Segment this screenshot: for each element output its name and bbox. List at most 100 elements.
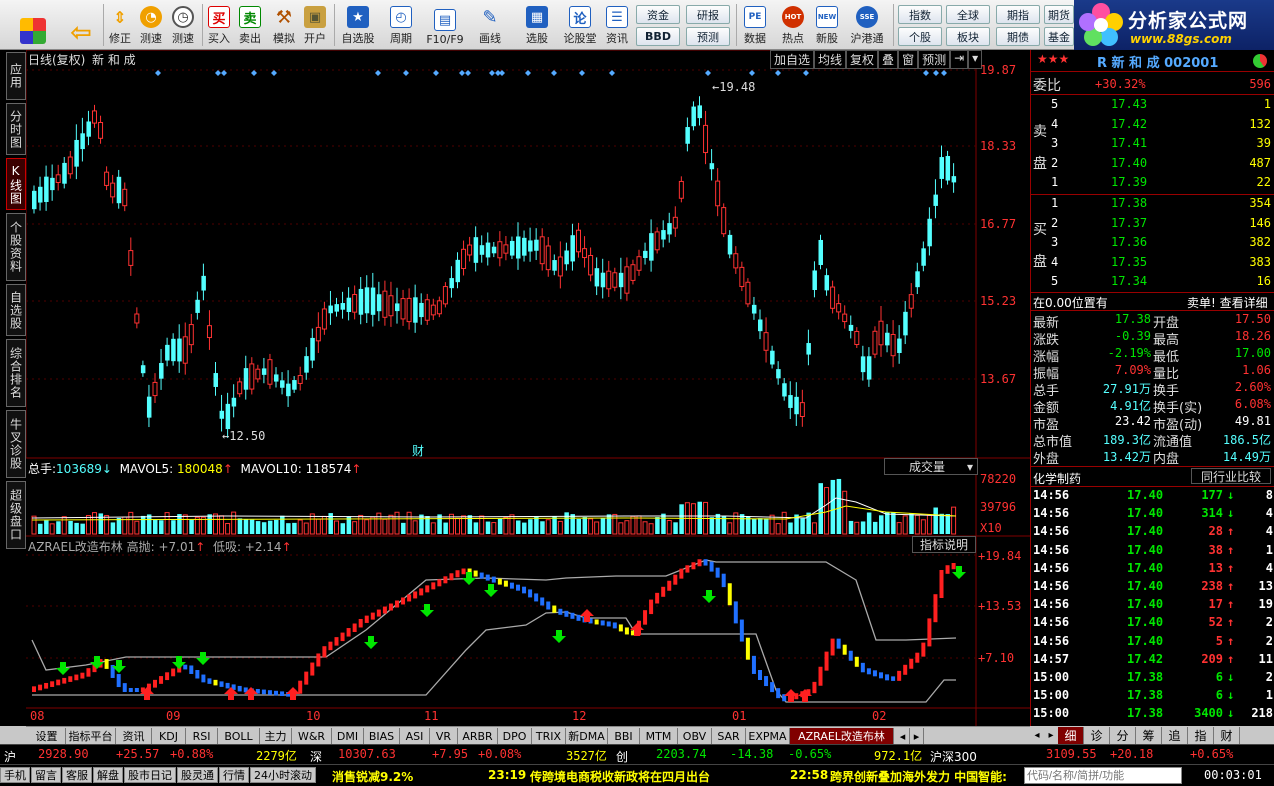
- overlay-button[interactable]: 叠: [878, 50, 899, 69]
- period-button[interactable]: ◴ 周期: [382, 3, 420, 47]
- pie-icon[interactable]: [1253, 54, 1267, 68]
- clock-button[interactable]: ◷ 测速: [168, 3, 198, 47]
- ask-row[interactable]: 5 17.43 1: [1049, 97, 1271, 115]
- indicator-tab[interactable]: BIAS: [364, 728, 400, 744]
- scroll-right-icon[interactable]: ▸: [1044, 726, 1058, 744]
- finance-marker[interactable]: 财: [412, 442, 424, 459]
- sidetab-kline[interactable]: K线图: [6, 158, 26, 210]
- futures-index-button[interactable]: 期指: [996, 5, 1040, 24]
- tab-scroll-left-icon[interactable]: ◂: [896, 728, 910, 744]
- bid-row[interactable]: 4 17.35 383: [1049, 255, 1271, 273]
- data-button[interactable]: PE 数据: [740, 3, 770, 47]
- quote-tab[interactable]: 诊: [1084, 727, 1110, 744]
- volume-select[interactable]: 成交量 ▾: [884, 458, 978, 475]
- news-1[interactable]: 消售锐减9.2%: [332, 768, 413, 785]
- status-button[interactable]: 股市日记: [124, 767, 176, 783]
- scroll-left-icon[interactable]: ◂: [1030, 726, 1044, 744]
- indicator-tab[interactable]: 新DMA: [566, 728, 608, 744]
- open-account-button[interactable]: ▣ 开户: [301, 3, 329, 47]
- news-2[interactable]: 传跨境电商税收新政将在四月出台: [530, 768, 710, 785]
- sidetab-ranking[interactable]: 综合排名: [6, 339, 26, 407]
- ask-row[interactable]: 2 17.40 487: [1049, 156, 1271, 174]
- indicator-tab[interactable]: W&R: [292, 728, 332, 744]
- indicator-tab[interactable]: OBV: [678, 728, 712, 744]
- ask-row[interactable]: 4 17.42 132: [1049, 117, 1271, 135]
- indicator-tab[interactable]: AZRAEL改造布林: [790, 728, 894, 744]
- indicator-tab[interactable]: 指标平台: [66, 728, 116, 744]
- sell-button[interactable]: 卖 卖出: [236, 3, 264, 47]
- watchlist-button[interactable]: ★ 自选股: [338, 3, 378, 47]
- indicator-tab[interactable]: DPO: [498, 728, 532, 744]
- status-button[interactable]: 股灵通: [177, 767, 218, 783]
- quote-tab[interactable]: 财: [1214, 727, 1240, 744]
- stock-button[interactable]: 个股: [898, 27, 942, 46]
- news-button[interactable]: ☰ 资讯: [602, 3, 632, 47]
- window-button[interactable]: 窗: [898, 50, 919, 69]
- bid-row[interactable]: 2 17.37 146: [1049, 216, 1271, 234]
- fund-flow-button[interactable]: 资金: [636, 5, 680, 24]
- status-button[interactable]: 手机: [0, 767, 30, 783]
- indicator-tab[interactable]: DMI: [332, 728, 364, 744]
- indicator-tab[interactable]: BBI: [608, 728, 640, 744]
- simulate-button[interactable]: ⚒ 模拟: [268, 3, 300, 47]
- draw-line-button[interactable]: ✎ 画线: [470, 3, 510, 47]
- status-button[interactable]: 解盘: [93, 767, 123, 783]
- indicator-help-button[interactable]: 指标说明: [912, 536, 976, 553]
- buy-button[interactable]: 买 买入: [205, 3, 233, 47]
- f10-button[interactable]: ▤ F10/F9: [424, 3, 466, 47]
- fund-button[interactable]: 基金: [1044, 27, 1074, 46]
- back-button[interactable]: ⇦: [62, 3, 100, 48]
- indicator-tab[interactable]: ASI: [400, 728, 430, 744]
- forum-button[interactable]: 论 论股堂: [560, 3, 600, 47]
- bid-row[interactable]: 3 17.36 382: [1049, 235, 1271, 253]
- sidetab-superbook[interactable]: 超级盘口: [6, 481, 26, 549]
- futures-bond-button[interactable]: 期债: [996, 27, 1040, 46]
- sse-hk-button[interactable]: SSE 沪港通: [846, 3, 888, 47]
- adjust-button[interactable]: 复权: [846, 50, 879, 69]
- refresh-button[interactable]: ⇕ 修正: [106, 3, 134, 47]
- new-stock-button[interactable]: NEW 新股: [812, 3, 842, 47]
- sidetab-apps[interactable]: 应用: [6, 52, 26, 100]
- sidetab-intraday[interactable]: 分时图: [6, 103, 26, 155]
- news-3[interactable]: 跨界创新叠加海外发力 中国智能:: [830, 768, 1020, 785]
- kline-chart-canvas[interactable]: [26, 50, 1030, 726]
- indicator-tab[interactable]: TRIX: [532, 728, 566, 744]
- forecast-button[interactable]: 预测: [686, 27, 730, 46]
- menu-grid-button[interactable]: [8, 3, 58, 47]
- add-watchlist-button[interactable]: 加自选: [770, 50, 815, 69]
- futures-button[interactable]: 期货: [1044, 5, 1074, 24]
- sidetab-diagnosis[interactable]: 牛叉诊股: [6, 410, 26, 478]
- status-button[interactable]: 24小时滚动: [250, 767, 316, 783]
- quote-tab[interactable]: 分: [1110, 727, 1136, 744]
- status-button[interactable]: 客服: [62, 767, 92, 783]
- sector-button[interactable]: 板块: [946, 27, 990, 46]
- indicator-tab[interactable]: BOLL: [218, 728, 260, 744]
- sidetab-watchlist[interactable]: 自选股: [6, 284, 26, 336]
- indicator-tab[interactable]: EXPMA: [746, 728, 790, 744]
- bid-row[interactable]: 1 17.38 354: [1049, 196, 1271, 214]
- bid-row[interactable]: 5 17.34 16: [1049, 274, 1271, 292]
- ask-row[interactable]: 1 17.39 22: [1049, 175, 1271, 193]
- indicator-tab[interactable]: 主力: [260, 728, 292, 744]
- view-detail-link[interactable]: 卖单! 查看详细: [1187, 294, 1268, 311]
- indicator-tab[interactable]: 资讯: [116, 728, 152, 744]
- bbd-button[interactable]: BBD: [636, 27, 680, 46]
- pin-icon[interactable]: ⇥: [950, 50, 969, 69]
- quote-tab[interactable]: 追: [1162, 727, 1188, 744]
- quote-tab[interactable]: 筹: [1136, 727, 1162, 744]
- indicator-tab[interactable]: KDJ: [152, 728, 186, 744]
- indicator-tab[interactable]: MTM: [640, 728, 678, 744]
- status-button[interactable]: 行情: [219, 767, 249, 783]
- quote-tab[interactable]: 细: [1058, 727, 1084, 744]
- indicator-tab[interactable]: RSI: [186, 728, 218, 744]
- select-stock-button[interactable]: ▦ 选股: [516, 3, 558, 47]
- status-button[interactable]: 留言: [31, 767, 61, 783]
- hot-button[interactable]: HOT 热点: [778, 3, 808, 47]
- ask-row[interactable]: 3 17.41 39: [1049, 136, 1271, 154]
- tab-scroll-right-icon[interactable]: ▸: [910, 728, 924, 744]
- indicator-tab[interactable]: 设置: [28, 728, 66, 744]
- research-button[interactable]: 研报: [686, 5, 730, 24]
- kline-chart-area[interactable]: 日线(复权) 新 和 成 加自选 均线 复权 叠 窗 预测 ⇥ ▾ 19.87 …: [26, 50, 1030, 726]
- ma-button[interactable]: 均线: [814, 50, 847, 69]
- indicator-tab[interactable]: ARBR: [458, 728, 498, 744]
